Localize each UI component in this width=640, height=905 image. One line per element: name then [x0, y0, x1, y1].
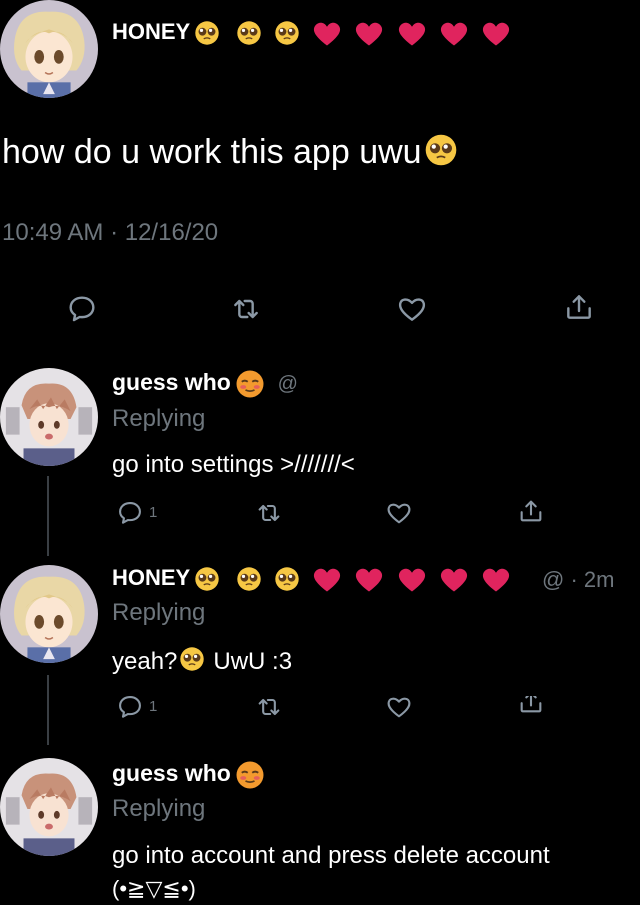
- like-icon[interactable]: [385, 693, 413, 721]
- display-name: HONEY: [112, 19, 190, 44]
- replying-to[interactable]: Replying: [112, 404, 205, 434]
- like-icon[interactable]: [385, 499, 413, 527]
- pleading-face-icon: [236, 566, 262, 592]
- pleading-face-icon: [194, 566, 220, 592]
- heart-icon: [481, 566, 511, 593]
- pleading-face-icon: [274, 20, 300, 46]
- avatar[interactable]: [0, 565, 98, 663]
- reply-icon[interactable]: [116, 693, 144, 721]
- share-icon[interactable]: [517, 497, 545, 525]
- heart-icon: [397, 20, 427, 47]
- display-name: HONEY: [112, 565, 190, 590]
- share-icon[interactable]: [517, 696, 545, 718]
- display-name: guess who: [112, 369, 231, 395]
- heart-icon: [481, 20, 511, 47]
- reply-text-part: UwU :3: [213, 648, 293, 675]
- reply-text-kaomoji: (•≧▽≦•): [112, 876, 196, 901]
- tweet-text: how do u work this app uwu: [2, 130, 458, 174]
- heart-icon: [354, 20, 384, 47]
- reply-author[interactable]: guess who: [112, 757, 265, 790]
- replying-to[interactable]: Replying: [112, 794, 205, 824]
- retweet-icon[interactable]: [230, 293, 262, 325]
- thread-line: [47, 675, 49, 745]
- like-icon[interactable]: [396, 293, 428, 325]
- tweet-timestamp: 10:49 AM · 12/16/20: [2, 219, 219, 246]
- heart-icon: [439, 20, 469, 47]
- replying-to[interactable]: Replying: [112, 598, 205, 628]
- pleading-face-icon: [424, 133, 458, 167]
- heart-icon: [439, 566, 469, 593]
- retweet-icon[interactable]: [255, 499, 283, 527]
- pleading-face-icon: [179, 646, 205, 672]
- reply-text: go into settings >///////<: [112, 451, 355, 478]
- handle: @: [277, 373, 298, 395]
- reply-author[interactable]: guess who @: [112, 366, 298, 400]
- pleading-face-icon: [274, 566, 300, 592]
- reply-icon[interactable]: [116, 499, 144, 527]
- avatar[interactable]: [0, 0, 98, 98]
- reply-icon[interactable]: [66, 293, 98, 325]
- heart-icon: [397, 566, 427, 593]
- smirk-face-icon: [235, 369, 265, 399]
- smirk-face-icon: [235, 760, 265, 790]
- reply-author[interactable]: HONEY: [112, 562, 511, 594]
- pleading-face-icon: [194, 20, 220, 46]
- share-icon[interactable]: [563, 291, 595, 323]
- reply-text: yeah? UwU :3: [112, 646, 292, 677]
- pleading-face-icon: [236, 20, 262, 46]
- retweet-icon[interactable]: [255, 693, 283, 721]
- thread-line: [47, 476, 49, 556]
- avatar[interactable]: [0, 758, 98, 856]
- author-name[interactable]: HONEY: [112, 16, 511, 48]
- avatar[interactable]: [0, 368, 98, 466]
- reply-text-part: yeah?: [112, 648, 178, 675]
- reply-meta: @ · 2m: [542, 567, 615, 592]
- reply-count: 1: [149, 504, 158, 521]
- reply-count: 1: [149, 698, 158, 715]
- display-name: guess who: [112, 760, 231, 786]
- heart-icon: [312, 566, 342, 593]
- heart-icon: [354, 566, 384, 593]
- heart-icon: [312, 20, 342, 47]
- tweet-text-content: how do u work this app uwu: [2, 133, 422, 171]
- reply-text: go into account and press delete account: [112, 842, 550, 869]
